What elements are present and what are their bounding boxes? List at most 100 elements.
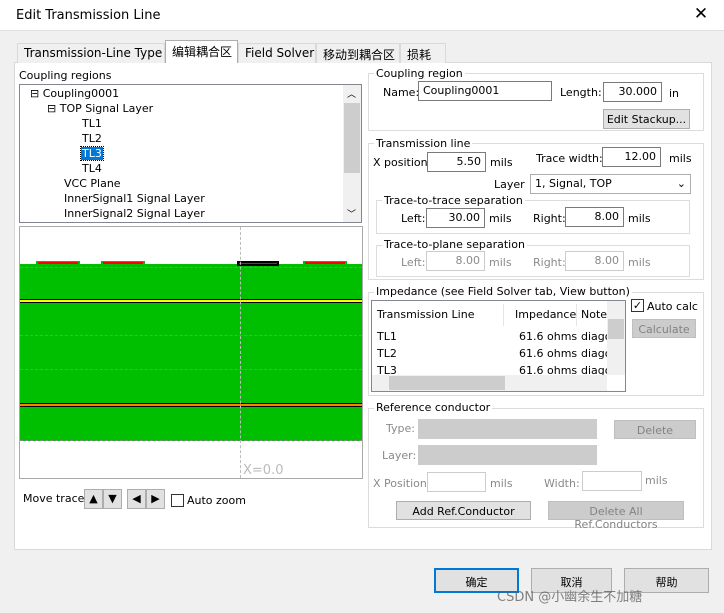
move-left-button[interactable]: ◀ <box>127 489 146 509</box>
layer-value: 1, Signal, TOP <box>535 177 612 190</box>
tree-item-label: Coupling0001 <box>42 87 120 100</box>
ref-layer-select[interactable] <box>418 445 597 465</box>
type-select[interactable] <box>418 419 597 439</box>
cross-section-preview[interactable]: X=0.0 <box>19 226 363 479</box>
tp-right-unit: mils <box>628 256 651 269</box>
auto-calc-checkbox[interactable]: ✓ <box>631 299 644 312</box>
trace-tl1[interactable] <box>36 261 80 265</box>
scroll-thumb[interactable] <box>344 103 360 173</box>
collapse-icon[interactable]: ⊟ <box>47 102 56 115</box>
move-down-button[interactable]: ▼ <box>103 489 122 509</box>
add-ref-conductor-button[interactable]: Add Ref.Conductor <box>396 501 531 520</box>
trace-width-input[interactable]: 12.00 <box>602 147 661 167</box>
calculate-button[interactable]: Calculate <box>632 319 696 338</box>
move-trace-label: Move trace: <box>23 492 89 505</box>
chevron-down-icon: ⌄ <box>676 177 686 190</box>
tt-left-input[interactable]: 30.00 <box>426 208 485 228</box>
ref-xpos-input[interactable] <box>427 472 486 492</box>
layer-line <box>20 335 362 336</box>
tree-item-tl2[interactable]: TL2 <box>82 132 102 145</box>
ref-width-input[interactable] <box>582 471 642 491</box>
name-input[interactable]: Coupling0001 <box>418 81 552 101</box>
window-title: Edit Transmission Line <box>16 8 161 23</box>
tt-right-unit: mils <box>628 212 651 225</box>
trace-width-unit: mils <box>669 152 692 165</box>
tt-left-label: Left: <box>401 212 426 225</box>
trace-tl4[interactable] <box>303 261 347 265</box>
cell-tl: TL2 <box>377 347 397 360</box>
trace-to-plane-label: Trace-to-plane separation <box>382 238 527 251</box>
tt-left-unit: mils <box>489 212 512 225</box>
length-label: Length: <box>560 86 602 99</box>
col-impedance[interactable]: Impedance <box>515 308 576 321</box>
watermark: CSDN @小幽余生不加糖 <box>497 590 643 605</box>
scroll-down-icon[interactable]: ﹀ <box>347 207 356 220</box>
edit-stackup-button[interactable]: Edit Stackup... <box>603 109 690 129</box>
tree-item-tl4[interactable]: TL4 <box>82 162 102 175</box>
x-origin-line <box>240 227 241 478</box>
tree-item-innersignal1[interactable]: InnerSignal1 Signal Layer <box>64 192 205 205</box>
tp-right-input[interactable]: 8.00 <box>565 251 624 271</box>
cell-impedance: 61.6 ohms <box>519 347 578 360</box>
layer-label: Layer <box>494 178 525 191</box>
list-hscrollbar[interactable] <box>372 375 607 391</box>
scroll-thumb[interactable] <box>389 376 505 390</box>
coupling-tree[interactable]: ⊟ Coupling0001 ⊟ TOP Signal Layer TL1 TL… <box>19 84 362 223</box>
tab-transmission-line-type[interactable]: Transmission-Line Type <box>17 43 165 63</box>
list-vscrollbar[interactable] <box>607 301 625 375</box>
delete-all-ref-conductors-button[interactable]: Delete All Ref.Conductors <box>548 501 684 531</box>
close-icon[interactable]: ✕ <box>690 4 712 24</box>
ref-xpos-label: X Position: <box>373 477 431 490</box>
tree-item-tl3[interactable]: TL3 <box>80 146 104 161</box>
scroll-thumb[interactable] <box>608 319 624 339</box>
reference-group-label: Reference conductor <box>374 401 493 414</box>
scroll-up-icon[interactable]: ︿ <box>347 87 356 100</box>
trace-tl2[interactable] <box>101 261 145 265</box>
ref-xpos-unit: mils <box>490 477 513 490</box>
col-transmission-line[interactable]: Transmission Line <box>377 308 474 321</box>
tab-field-solver[interactable]: Field Solver <box>238 43 316 63</box>
tp-left-unit: mils <box>489 256 512 269</box>
name-label: Name: <box>383 86 420 99</box>
transmission-line-group-label: Transmission line <box>374 137 473 150</box>
auto-zoom-label: Auto zoom <box>187 494 246 507</box>
move-up-button[interactable]: ▲ <box>84 489 103 509</box>
tp-right-label: Right: <box>533 256 566 269</box>
tab-edit-coupling[interactable]: 编辑耦合区 <box>165 40 238 63</box>
collapse-icon[interactable]: ⊟ <box>30 87 39 100</box>
tab-move-to-coupling[interactable]: 移动到耦合区 <box>316 43 400 63</box>
length-input[interactable]: 30.000 <box>603 82 662 102</box>
tp-left-label: Left: <box>401 256 426 269</box>
length-unit: in <box>669 87 680 100</box>
dielectric <box>20 264 362 441</box>
ref-width-unit: mils <box>645 474 668 487</box>
tree-item-innersignal2[interactable]: InnerSignal2 Signal Layer <box>64 207 205 220</box>
vcc-plane <box>20 299 362 303</box>
layer-line <box>20 440 362 441</box>
x-position-unit: mils <box>490 156 513 169</box>
x-position-input[interactable]: 5.50 <box>427 152 486 172</box>
cell-tl: TL1 <box>377 330 397 343</box>
impedance-list[interactable]: Transmission Line Impedance Notes TL1 61.… <box>371 300 626 392</box>
tree-scrollbar[interactable]: ︿ ﹀ <box>343 85 361 222</box>
ref-width-label: Width: <box>544 477 580 490</box>
cell-impedance: 61.6 ohms <box>519 330 578 343</box>
move-right-button[interactable]: ▶ <box>146 489 165 509</box>
auto-zoom-checkbox[interactable] <box>171 494 184 507</box>
ref-layer-label: Layer: <box>382 449 417 462</box>
trace-tl3-selected[interactable] <box>237 261 279 266</box>
trace-width-label: Trace width: <box>536 152 603 165</box>
coupling-regions-label: Coupling regions <box>19 69 112 82</box>
tree-item-tl1[interactable]: TL1 <box>82 117 102 130</box>
tree-item-vcc-plane[interactable]: VCC Plane <box>64 177 121 190</box>
tree-item-top-signal-layer[interactable]: ⊟ TOP Signal Layer <box>47 102 153 115</box>
gnd-plane <box>20 403 362 407</box>
tree-item-coupling0001[interactable]: ⊟ Coupling0001 <box>30 87 119 100</box>
type-label: Type: <box>386 422 415 435</box>
tab-loss[interactable]: 损耗 <box>400 43 446 63</box>
tt-right-input[interactable]: 8.00 <box>565 207 624 227</box>
delete-button[interactable]: Delete <box>614 420 696 439</box>
x-readout: X=0.0 <box>243 463 284 478</box>
tp-left-input[interactable]: 8.00 <box>426 251 485 271</box>
layer-select[interactable]: 1, Signal, TOP ⌄ <box>530 174 691 194</box>
